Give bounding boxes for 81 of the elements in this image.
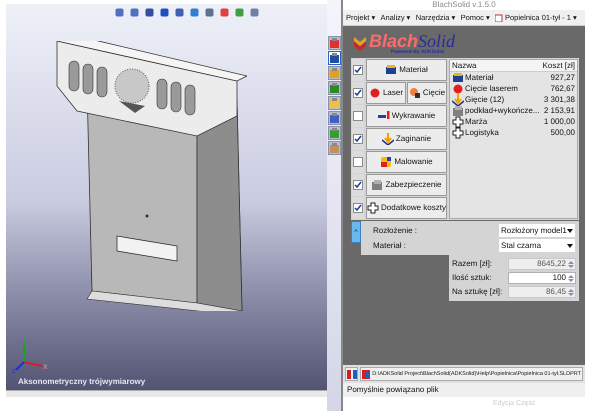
checkbox[interactable] [353,65,363,75]
cost-name: Gięcie (12) [465,94,504,106]
operation-button[interactable]: Laser [366,82,406,104]
checkbox[interactable] [353,157,363,167]
checkbox[interactable] [353,203,363,213]
tool-icon [328,142,340,154]
down-arrow-icon [382,133,394,145]
cost-name: podkład+wykończe... [465,104,540,116]
cost-value: 1 000,00 [544,116,575,128]
side-tool-button[interactable] [328,81,340,95]
tool-icon [328,82,340,94]
cost-value: 3 301,38 [544,94,575,106]
checkbox[interactable] [353,111,363,121]
dropdown[interactable]: Rozłożony model1 [499,224,575,237]
view-label: Aksonometryczny trójwymiarowy [17,376,146,388]
operation-button[interactable]: Malowanie [366,151,447,173]
check-icon [354,135,362,143]
dropdown[interactable]: Stal czarna [499,239,575,252]
plus-icon [367,202,380,214]
check-icon [354,181,362,189]
laser-dot-icon [368,87,381,99]
total-label: Na sztukę [zł]: [452,286,502,298]
check-icon [354,89,362,97]
side-tool-button[interactable] [328,51,340,65]
cost-name: Materiał [465,72,494,84]
column-header: Koszt [zł] [542,60,575,72]
down-arrow-icon [452,94,464,106]
logo-wordmark: BlachSolid [369,32,456,50]
tool-icon [328,68,340,78]
side-tool-button[interactable] [328,36,340,50]
setting-label: Materiał : [373,240,406,252]
operation-button[interactable]: Dodatkowe koszty [366,197,447,219]
cost-name: Cięcie laserem [465,82,518,94]
tool-icon [328,52,340,64]
spinner-icon [568,274,574,282]
file-link-icon [346,370,357,378]
cost-name: Marża [465,116,488,128]
caret-icon [567,228,573,232]
operation-button[interactable]: Cięcie [407,82,447,104]
chevron-logo-icon [353,36,367,52]
total-label: Razem [zł]: [452,258,492,270]
column-header: Nazwa [452,60,476,72]
sheet-stack-icon [452,72,464,84]
operation-button[interactable]: Wykrawanie [366,105,447,127]
cutter-icon [408,87,421,99]
tool-icon [328,98,340,108]
checkbox[interactable] [353,88,363,98]
check-icon [354,204,362,212]
tool-icon [328,112,340,124]
status-message: Pomyślnie powiązano plik [343,383,585,397]
spinner-icon [568,260,574,268]
document-icon [495,14,503,22]
side-tool-button[interactable] [328,111,340,125]
cost-name: Logistyka [465,126,499,138]
sheet-stack-icon [385,64,398,76]
check-icon [354,66,362,74]
paint-icon [380,156,392,168]
file-icon [362,370,370,378]
tool-icon [328,38,340,48]
link-button[interactable] [345,367,358,381]
operation-button[interactable]: Zabezpieczenie [366,174,447,196]
setting-label: Rozłożenie : [373,224,418,236]
tool-icon [328,128,340,138]
laser-dot-icon [452,82,464,94]
total-label: Ilość sztuk: [452,272,492,284]
cost-value: 762,67 [550,82,575,94]
punch-icon [378,110,390,122]
checkbox[interactable] [353,134,363,144]
cost-value: 927,27 [550,72,575,84]
window-title: BlachSolid v.1.5.0 [432,0,496,10]
number-field[interactable]: 100 [508,272,576,284]
caret-icon [567,244,573,248]
plus-icon [452,126,464,138]
operation-button[interactable]: Zaginanie [366,128,447,150]
checkbox[interactable] [353,180,363,190]
cost-value: 2 153,91 [544,104,575,116]
spinner-icon [568,288,574,296]
horizontal-scrollbar[interactable] [6,390,327,397]
plus-icon [452,116,464,128]
cost-value: 500,00 [550,126,575,138]
operation-button[interactable]: Materiał [366,59,447,81]
